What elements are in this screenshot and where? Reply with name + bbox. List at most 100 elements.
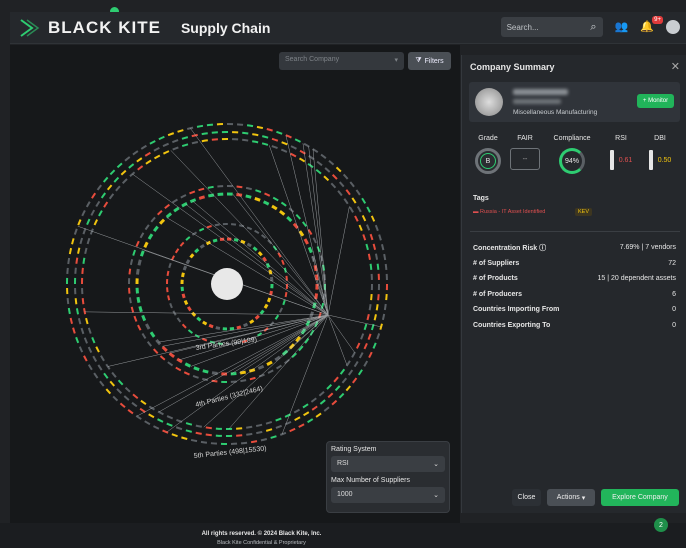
supplier-segment[interactable] <box>81 298 85 305</box>
supplier-segment[interactable] <box>345 189 351 196</box>
supplier-segment[interactable] <box>274 355 281 362</box>
supplier-segment[interactable] <box>85 201 91 208</box>
supplier-segment[interactable] <box>176 317 182 323</box>
supplier-segment[interactable] <box>103 372 109 379</box>
supplier-segment[interactable] <box>81 210 86 217</box>
supplier-segment[interactable] <box>366 224 371 231</box>
supplier-segment[interactable] <box>205 426 212 430</box>
supplier-segment[interactable] <box>194 248 200 254</box>
search-company-input[interactable]: Search Company ▾ <box>279 52 404 70</box>
supplier-segment[interactable] <box>369 263 373 270</box>
supplier-segment[interactable] <box>378 234 382 241</box>
supplier-segment[interactable] <box>77 247 81 254</box>
supplier-segment[interactable] <box>215 326 221 330</box>
supplier-segment[interactable] <box>307 246 313 254</box>
supplier-segment[interactable] <box>255 189 262 193</box>
supplier-segment[interactable] <box>162 142 169 148</box>
supplier-segment[interactable] <box>311 405 318 411</box>
supplier-segment[interactable] <box>381 243 385 251</box>
global-search-input[interactable]: Search... ⌕ <box>500 17 603 37</box>
supplier-segment[interactable] <box>328 159 335 166</box>
supplier-segment[interactable] <box>271 137 279 142</box>
supplier-segment[interactable] <box>315 168 322 175</box>
supplier-segment[interactable] <box>370 294 373 301</box>
supplier-segment[interactable] <box>367 253 371 260</box>
supplier-segment[interactable] <box>324 167 331 173</box>
rating-system-select[interactable]: RSI ⌄ <box>331 456 445 472</box>
supplier-segment[interactable] <box>143 241 149 249</box>
supplier-segment[interactable] <box>166 415 174 420</box>
supplier-segment[interactable] <box>168 352 175 359</box>
supplier-segment[interactable] <box>355 189 361 196</box>
supplier-segment[interactable] <box>200 440 208 444</box>
supplier-segment[interactable] <box>266 128 273 132</box>
supplier-segment[interactable] <box>383 303 387 311</box>
supplier-segment[interactable] <box>265 428 273 432</box>
supplier-segment[interactable] <box>208 323 214 329</box>
supplier-segment[interactable] <box>212 238 218 243</box>
supplier-segment[interactable] <box>275 424 282 429</box>
monitor-button[interactable]: + Monitor <box>637 94 674 108</box>
supplier-segment[interactable] <box>231 223 237 226</box>
supplier-segment[interactable] <box>333 376 339 383</box>
supplier-segment[interactable] <box>80 327 85 335</box>
supplier-segment[interactable] <box>280 201 287 207</box>
supplier-segment[interactable] <box>290 145 297 150</box>
supplier-segment[interactable] <box>207 185 214 189</box>
supplier-segment[interactable] <box>71 238 75 245</box>
supplier-segment[interactable] <box>161 345 168 352</box>
supplier-segment[interactable] <box>272 196 279 202</box>
supplier-segment[interactable] <box>360 333 365 340</box>
supplier-segment[interactable] <box>366 313 370 321</box>
supplier-segment[interactable] <box>152 225 159 232</box>
supplier-segment[interactable] <box>261 142 269 146</box>
supplier-segment[interactable] <box>255 423 263 428</box>
supplier-segment[interactable] <box>147 233 154 240</box>
supplier-segment[interactable] <box>73 228 78 235</box>
max-suppliers-select[interactable]: 1000 ⌄ <box>331 487 445 503</box>
supplier-segment[interactable] <box>69 317 73 325</box>
supplier-segment[interactable] <box>136 157 143 163</box>
supplier-segment[interactable] <box>309 311 315 318</box>
supplier-segment[interactable] <box>193 366 200 372</box>
supplier-segment[interactable] <box>87 364 93 371</box>
supplier-segment[interactable] <box>180 194 187 199</box>
filters-button[interactable]: ⧩ Filters <box>408 52 451 70</box>
supplier-segment[interactable] <box>240 379 247 383</box>
supplier-segment[interactable] <box>254 196 261 202</box>
supplier-segment[interactable] <box>93 219 99 226</box>
supplier-segment[interactable] <box>281 259 285 266</box>
supplier-segment[interactable] <box>303 238 309 245</box>
supplier-segment[interactable] <box>177 129 184 133</box>
supplier-segment[interactable] <box>165 212 173 219</box>
supplier-segment[interactable] <box>331 399 338 406</box>
supplier-segment[interactable] <box>373 314 377 321</box>
supplier-segment[interactable] <box>144 420 151 426</box>
supplier-segment[interactable] <box>128 297 132 304</box>
supplier-segment[interactable] <box>189 253 195 259</box>
supplier-segment[interactable] <box>97 364 103 371</box>
supplier-segment[interactable] <box>354 215 359 222</box>
supplier-segment[interactable] <box>349 181 355 188</box>
metric-grade[interactable]: Grade B <box>474 135 502 174</box>
supplier-segment[interactable] <box>109 169 116 176</box>
supplier-segment[interactable] <box>242 131 249 135</box>
supplier-segment[interactable] <box>361 197 367 204</box>
supplier-segment[interactable] <box>363 323 368 331</box>
supplier-segment[interactable] <box>214 223 220 227</box>
supplier-segment[interactable] <box>307 418 314 424</box>
supplier-segment[interactable] <box>167 361 174 367</box>
supplier-segment[interactable] <box>139 250 145 257</box>
supplier-segment[interactable] <box>339 368 346 375</box>
supplier-segment[interactable] <box>299 157 306 163</box>
supplier-segment[interactable] <box>254 314 260 320</box>
supplier-segment[interactable] <box>356 206 362 213</box>
supplier-segment[interactable] <box>312 237 317 244</box>
supplier-segment[interactable] <box>301 221 308 227</box>
supplier-segment[interactable] <box>182 265 188 271</box>
supplier-segment[interactable] <box>116 162 123 169</box>
supplier-segment[interactable] <box>96 184 102 191</box>
supplier-segment[interactable] <box>206 123 214 127</box>
supplier-segment[interactable] <box>132 393 139 400</box>
supplier-segment[interactable] <box>124 156 131 162</box>
